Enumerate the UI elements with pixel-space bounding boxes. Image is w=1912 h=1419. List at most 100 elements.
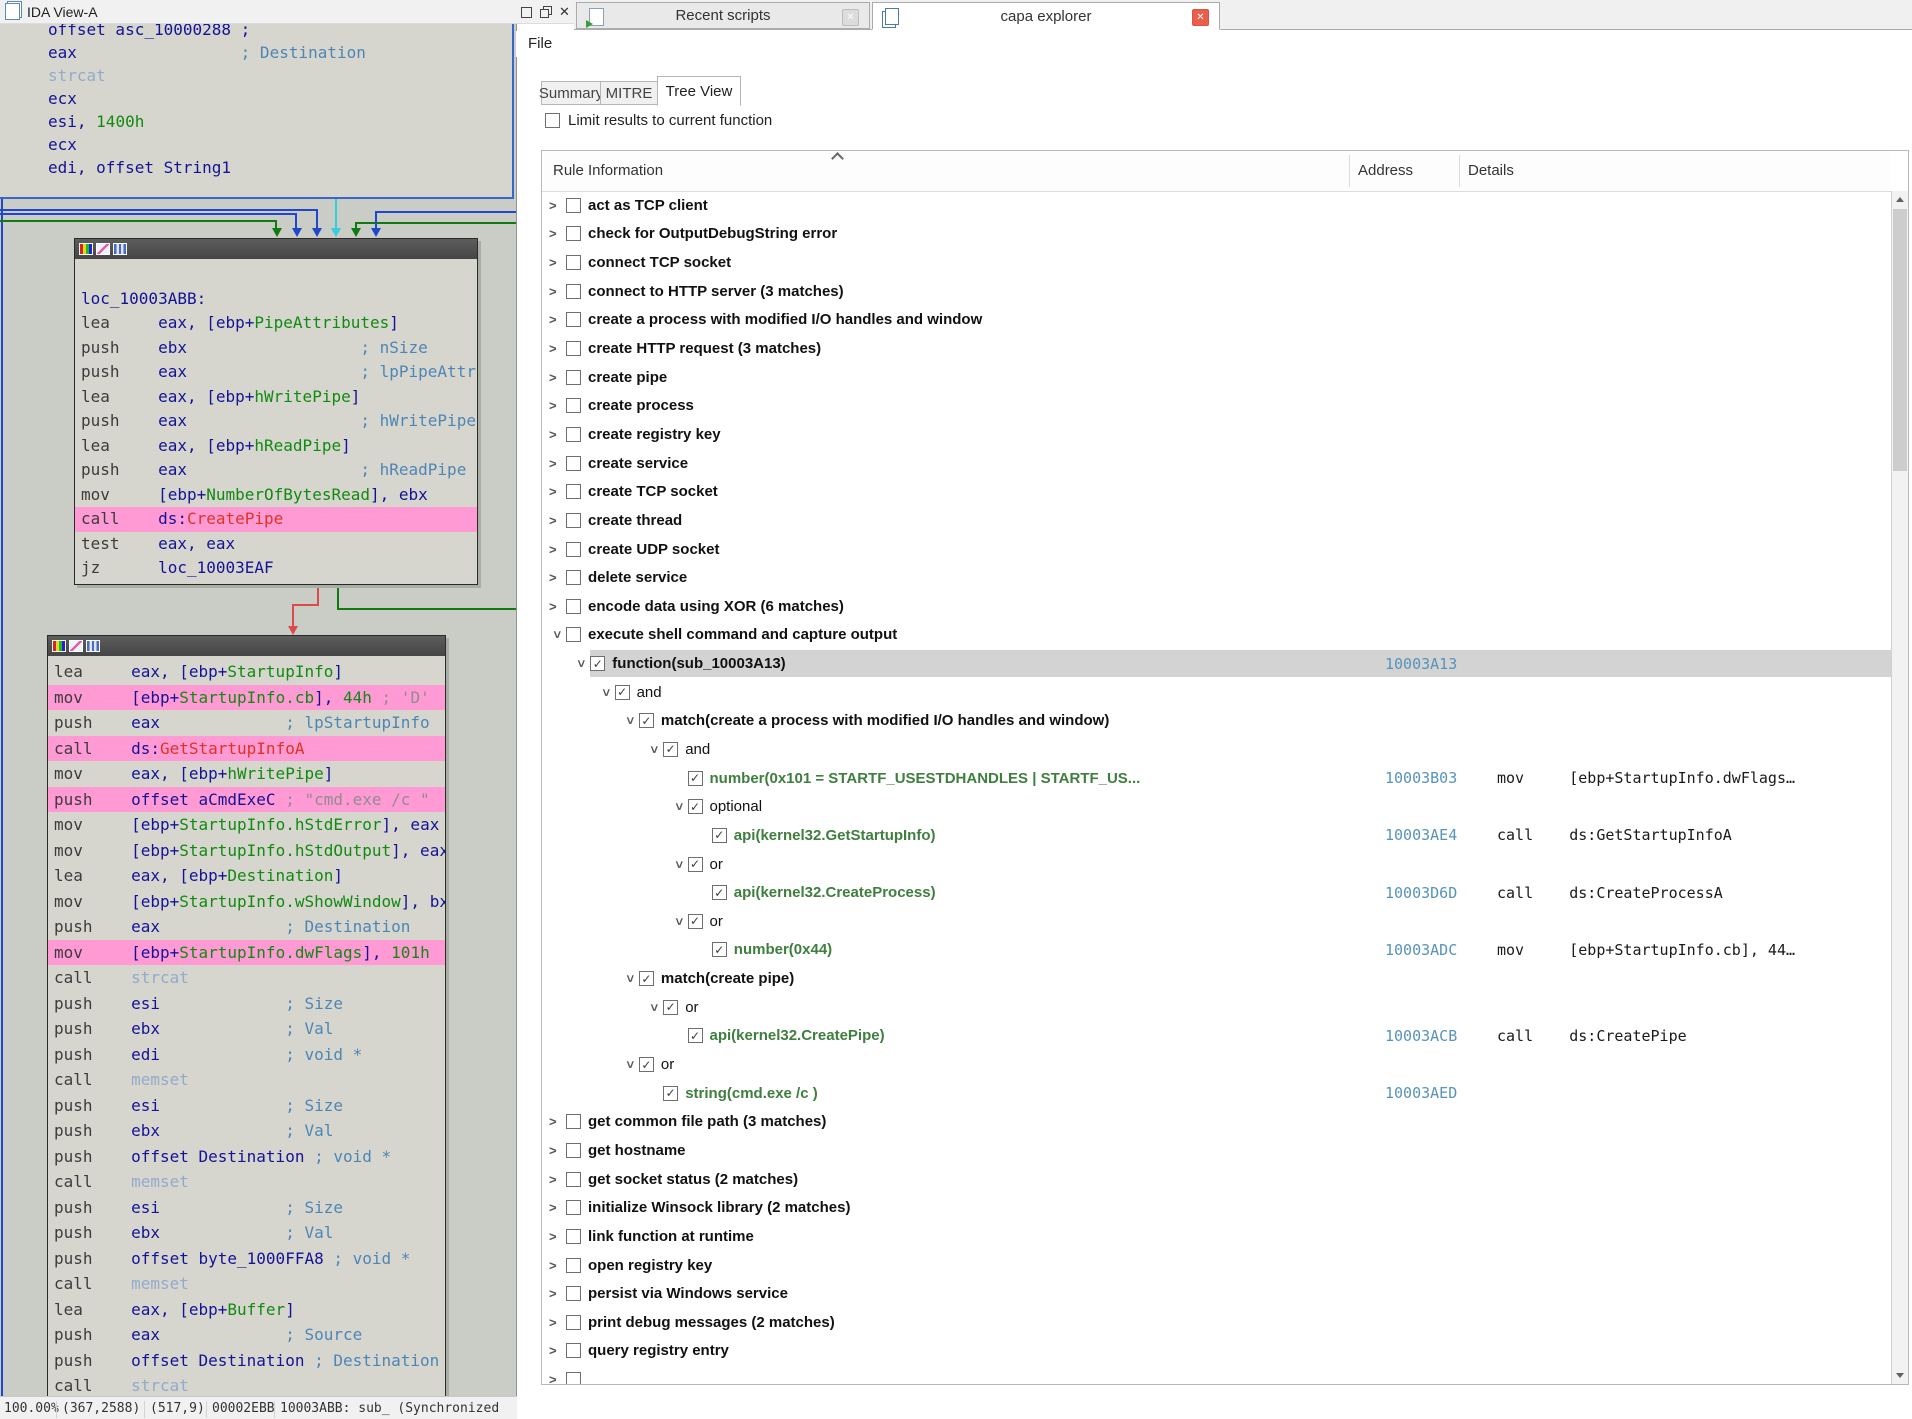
row-checkbox[interactable] xyxy=(566,1200,581,1215)
tree-row[interactable]: >query registry entry xyxy=(542,1337,1891,1366)
column-rule-information[interactable]: Rule Information xyxy=(553,162,663,179)
collapse-icon[interactable]: > xyxy=(647,999,662,1016)
expand-icon[interactable]: > xyxy=(549,255,566,270)
tree-row[interactable]: >link function at runtime xyxy=(542,1222,1891,1251)
row-checkbox[interactable] xyxy=(566,284,581,299)
tree-row[interactable]: >✓function(sub_10003A13)10003A13 xyxy=(542,649,1891,678)
row-checkbox[interactable]: ✓ xyxy=(663,1086,678,1101)
row-checkbox[interactable]: ✓ xyxy=(639,713,654,728)
tree-row[interactable]: >execute shell command and capture outpu… xyxy=(542,621,1891,650)
row-checkbox[interactable] xyxy=(566,1372,581,1384)
row-checkbox[interactable]: ✓ xyxy=(688,914,703,929)
tree-row[interactable]: >create a process with modified I/O hand… xyxy=(542,306,1891,335)
expand-icon[interactable]: > xyxy=(549,1343,566,1358)
tree-row[interactable]: >connect TCP socket xyxy=(542,248,1891,277)
scroll-up-icon[interactable] xyxy=(1892,191,1908,208)
tree-row[interactable]: >get common file path (3 matches) xyxy=(542,1108,1891,1137)
collapse-icon[interactable]: > xyxy=(550,626,565,643)
row-checkbox[interactable] xyxy=(566,312,581,327)
tree-row[interactable]: >✓api(kernel32.GetStartupInfo)10003AE4ca… xyxy=(542,821,1891,850)
expand-icon[interactable]: > xyxy=(549,1258,566,1273)
tree-row[interactable]: >create process xyxy=(542,391,1891,420)
tree-row[interactable]: >encode data using XOR (6 matches) xyxy=(542,592,1891,621)
tree-row[interactable]: >✓string(cmd.exe /c )10003AED xyxy=(542,1079,1891,1108)
expand-icon[interactable]: > xyxy=(549,1286,566,1301)
expand-icon[interactable]: > xyxy=(549,570,566,585)
row-checkbox[interactable] xyxy=(566,341,581,356)
expand-icon[interactable]: > xyxy=(549,341,566,356)
row-checkbox[interactable]: ✓ xyxy=(663,742,678,757)
row-checkbox[interactable] xyxy=(566,370,581,385)
node-group-icon[interactable] xyxy=(86,640,100,652)
row-checkbox[interactable] xyxy=(566,484,581,499)
tree-row[interactable]: >✓api(kernel32.CreatePipe)10003ACBcall d… xyxy=(542,1022,1891,1051)
tree-row[interactable]: > xyxy=(542,1365,1891,1384)
tree-row[interactable]: >create UDP socket xyxy=(542,535,1891,564)
expand-icon[interactable]: > xyxy=(549,1172,566,1187)
column-address[interactable]: Address xyxy=(1358,162,1413,179)
expand-icon[interactable]: > xyxy=(549,1114,566,1129)
expand-icon[interactable]: > xyxy=(549,370,566,385)
expand-icon[interactable]: > xyxy=(549,1143,566,1158)
row-checkbox[interactable]: ✓ xyxy=(712,942,727,957)
scroll-down-icon[interactable] xyxy=(1892,1367,1908,1384)
ida-view-titlebar[interactable]: IDA View-A ✕ xyxy=(0,0,574,24)
row-checkbox[interactable] xyxy=(566,1229,581,1244)
ida-graph-view[interactable]: offset asc_10000288 ;eax ; Destinationst… xyxy=(0,24,517,1396)
expand-icon[interactable]: > xyxy=(549,1200,566,1215)
tree-row[interactable]: >open registry key xyxy=(542,1251,1891,1280)
row-checkbox[interactable] xyxy=(566,1114,581,1129)
tree-row[interactable]: >✓api(kernel32.CreateProcess)10003D6Dcal… xyxy=(542,878,1891,907)
collapse-icon[interactable]: > xyxy=(672,856,687,873)
row-checkbox[interactable]: ✓ xyxy=(688,857,703,872)
expand-icon[interactable]: > xyxy=(549,427,566,442)
collapse-icon[interactable]: > xyxy=(647,741,662,758)
tree-row[interactable]: >connect to HTTP server (3 matches) xyxy=(542,277,1891,306)
expand-icon[interactable]: > xyxy=(549,398,566,413)
tree-row[interactable]: >create TCP socket xyxy=(542,477,1891,506)
tree-row[interactable]: >✓or xyxy=(542,907,1891,936)
tree-row[interactable]: >initialize Winsock library (2 matches) xyxy=(542,1193,1891,1222)
row-checkbox[interactable]: ✓ xyxy=(663,1000,678,1015)
node-color-icon[interactable] xyxy=(79,243,93,255)
close-tab-icon[interactable]: ✕ xyxy=(842,9,859,26)
node-edit-icon[interactable] xyxy=(69,640,83,652)
row-checkbox[interactable] xyxy=(566,226,581,241)
limit-checkbox[interactable] xyxy=(545,113,560,128)
collapse-icon[interactable]: > xyxy=(574,655,589,672)
tree-row[interactable]: >create pipe xyxy=(542,363,1891,392)
basic-block-startupinfo[interactable]: lea eax, [ebp+StartupInfo]mov [ebp+Start… xyxy=(47,635,446,1396)
tree-row[interactable]: >get hostname xyxy=(542,1136,1891,1165)
tree-row[interactable]: >create service xyxy=(542,449,1891,478)
tab-tree-view[interactable]: Tree View xyxy=(657,76,741,106)
row-checkbox[interactable] xyxy=(566,1343,581,1358)
row-checkbox[interactable] xyxy=(566,1315,581,1330)
expand-icon[interactable]: > xyxy=(549,484,566,499)
expand-icon[interactable]: > xyxy=(549,198,566,213)
collapse-icon[interactable]: > xyxy=(599,684,614,701)
maximize-icon[interactable] xyxy=(521,7,532,18)
collapse-icon[interactable]: > xyxy=(623,1056,638,1073)
expand-icon[interactable]: > xyxy=(549,284,566,299)
expand-icon[interactable]: > xyxy=(549,513,566,528)
expand-icon[interactable]: > xyxy=(549,456,566,471)
collapse-icon[interactable]: > xyxy=(672,798,687,815)
tree-row[interactable]: >✓optional xyxy=(542,792,1891,821)
row-checkbox[interactable] xyxy=(566,1286,581,1301)
restore-icon[interactable] xyxy=(540,6,551,17)
scrollbar-thumb[interactable] xyxy=(1893,209,1907,471)
tab-summary[interactable]: Summary xyxy=(541,81,601,105)
tree-row[interactable]: >print debug messages (2 matches) xyxy=(542,1308,1891,1337)
tree-row[interactable]: >✓or xyxy=(542,1050,1891,1079)
row-checkbox[interactable] xyxy=(566,542,581,557)
tree-row[interactable]: >get socket status (2 matches) xyxy=(542,1165,1891,1194)
tree-row[interactable]: >✓or xyxy=(542,993,1891,1022)
row-checkbox[interactable] xyxy=(566,599,581,614)
row-checkbox[interactable]: ✓ xyxy=(639,1057,654,1072)
row-checkbox[interactable]: ✓ xyxy=(615,685,630,700)
tree-row[interactable]: >✓match(create pipe) xyxy=(542,964,1891,993)
row-checkbox[interactable] xyxy=(566,1143,581,1158)
expand-icon[interactable]: > xyxy=(549,599,566,614)
tree-row[interactable]: >create thread xyxy=(542,506,1891,535)
collapse-icon[interactable]: > xyxy=(623,712,638,729)
